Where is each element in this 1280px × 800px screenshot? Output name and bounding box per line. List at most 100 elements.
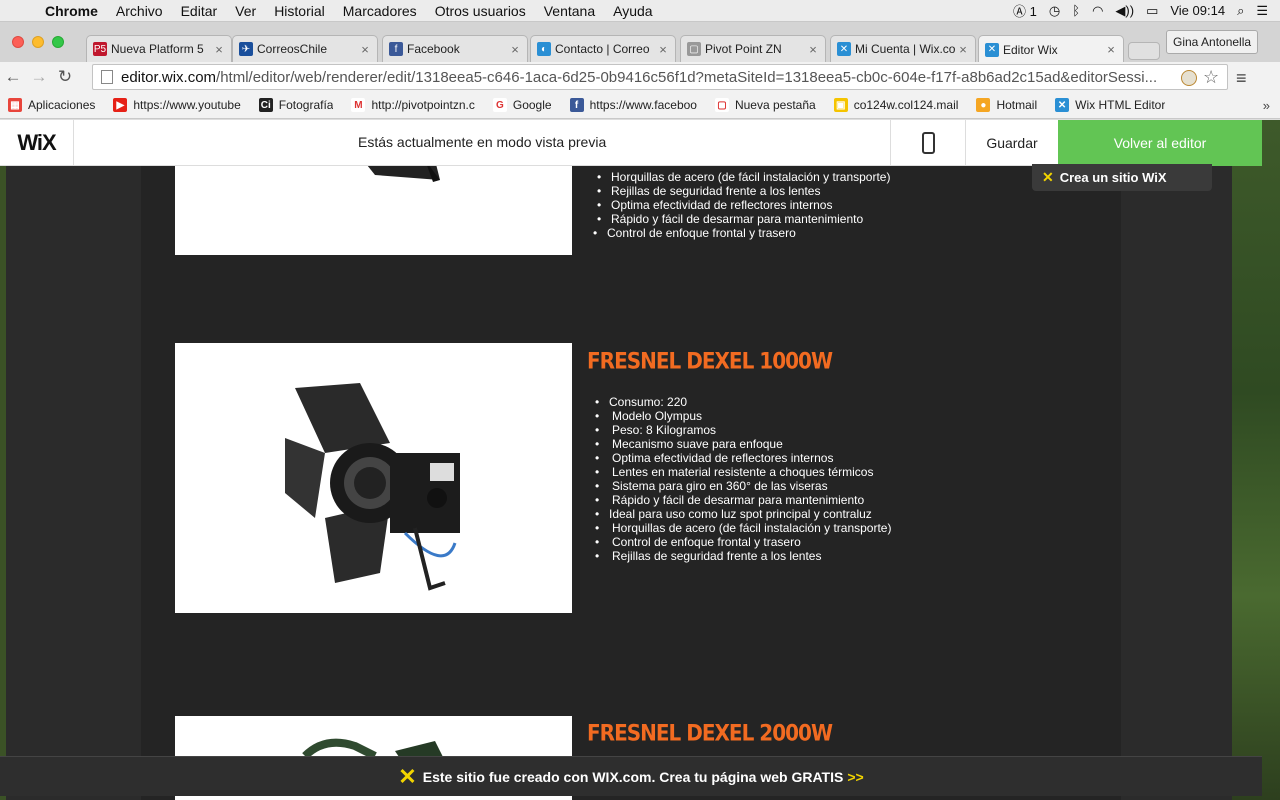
bookmark-item[interactable]: Ci Fotografía	[258, 98, 333, 112]
bookmark-item[interactable]: ▢ Nueva pestaña	[714, 98, 816, 112]
volume-icon[interactable]: ◀))	[1115, 3, 1134, 19]
camera-icon: Ci	[258, 98, 273, 112]
chrome-menu-icon[interactable]: ≡	[1236, 68, 1247, 89]
battery-icon[interactable]: ▭	[1146, 3, 1158, 19]
browser-toolbar: ← → ↻ editor.wix.com/html/editor/web/ren…	[0, 62, 1280, 92]
tab-title: Contacto | Correo	[555, 42, 650, 56]
forward-arrow-icon[interactable]: →	[26, 67, 52, 87]
bookmark-star-icon[interactable]: ☆	[1203, 67, 1219, 88]
tab-title: CorreosChile	[257, 42, 328, 56]
reload-icon[interactable]: ↻	[52, 67, 78, 87]
feature-item: Ideal para uso como luz spot principal y…	[595, 507, 891, 521]
google-icon: G	[492, 98, 507, 112]
feature-item: Rápido y fácil de desarmar para mantenim…	[595, 493, 891, 507]
feature-item: Optima efectividad de reflectores intern…	[597, 198, 890, 212]
apps-icon: ▦	[8, 98, 22, 112]
feature-item: Control de enfoque frontal y trasero	[593, 226, 890, 240]
close-window-button[interactable]	[12, 36, 24, 48]
feature-item: Consumo: 220	[595, 395, 891, 409]
zoom-window-button[interactable]	[52, 36, 64, 48]
menu-ayuda[interactable]: Ayuda	[604, 3, 661, 19]
mail-icon: ▣	[833, 98, 848, 112]
feature-item: Rejillas de seguridad frente a los lente…	[595, 549, 891, 563]
facebook-icon: f	[569, 98, 584, 112]
bookmark-label: https://www.faceboo	[589, 98, 697, 112]
adobe-icon[interactable]: Ⓐ 1	[1013, 1, 1037, 20]
menu-ver[interactable]: Ver	[226, 3, 265, 19]
close-tab-icon[interactable]: ×	[657, 42, 669, 57]
profile-button[interactable]: Gina Antonella	[1166, 30, 1259, 54]
desktop-background	[0, 120, 6, 800]
notification-center-icon[interactable]: ☰	[1256, 3, 1268, 19]
url-host: editor.wix.com	[121, 68, 217, 86]
browser-tab[interactable]: ✕ Mi Cuenta | Wix.co ×	[830, 35, 976, 62]
tab-favicon-icon: f	[389, 42, 403, 56]
product-title: FRESNEL DEXEL 1000W	[587, 347, 833, 375]
mobile-view-button[interactable]	[890, 120, 966, 166]
back-to-editor-button[interactable]: Volver al editor	[1058, 120, 1262, 166]
create-wix-site-label: Crea un sitio WiX	[1059, 170, 1167, 185]
url-path: /html/editor/web/renderer/edit/1318eea5-…	[216, 68, 1158, 86]
close-tab-icon[interactable]: ×	[359, 42, 371, 57]
clock[interactable]: Vie 09:14	[1170, 3, 1225, 18]
tab-strip: P5 Nueva Platform 5 × ✈ CorreosChile × f Facebo…	[0, 22, 1280, 63]
browser-tab[interactable]: ▢ Pivot Point ZN ×	[680, 35, 826, 62]
new-tab-button[interactable]	[1128, 42, 1160, 60]
feature-item: Rejillas de seguridad frente a los lente…	[597, 184, 890, 198]
address-bar[interactable]: editor.wix.com/html/editor/web/renderer/…	[92, 64, 1228, 90]
wix-ad-banner[interactable]: ✕ Este sitio fue creado con WIX.com. Cre…	[0, 756, 1262, 796]
bookmark-item[interactable]: ▦ Aplicaciones	[8, 98, 95, 112]
time-machine-icon[interactable]: ◷	[1049, 3, 1060, 19]
bookmark-item[interactable]: G Google	[492, 98, 552, 112]
bookmark-item[interactable]: ● Hotmail	[976, 98, 1037, 112]
desktop-background	[1232, 120, 1280, 800]
bookmarks-overflow-icon[interactable]: »	[1263, 98, 1280, 113]
menu-editar[interactable]: Editar	[172, 3, 227, 19]
product-2-features: Consumo: 220 Modelo Olympus Peso: 8 Kilo…	[595, 395, 891, 563]
menu-otros-usuarios[interactable]: Otros usuarios	[426, 3, 535, 19]
feature-item: Sistema para giro en 360° de las viseras	[595, 479, 891, 493]
bookmark-label: Aplicaciones	[28, 98, 96, 112]
browser-tab[interactable]: P5 Nueva Platform 5 ×	[86, 35, 232, 62]
feature-item: Peso: 8 Kilogramos	[595, 423, 891, 437]
browser-tab[interactable]: ◐ Contacto | Correo ×	[530, 35, 676, 62]
menu-ventana[interactable]: Ventana	[535, 3, 604, 19]
wix-preview-bar: WiX Estás actualmente en modo vista prev…	[0, 120, 1262, 166]
bookmark-item[interactable]: ▣ co124w.col124.mail	[833, 98, 958, 112]
bluetooth-icon[interactable]: ᛒ	[1072, 3, 1080, 18]
close-tab-icon[interactable]: ×	[213, 42, 225, 57]
bookmark-label: Google	[512, 98, 552, 112]
close-tab-icon[interactable]: ×	[1105, 42, 1117, 57]
save-button[interactable]: Guardar	[966, 120, 1058, 166]
wifi-icon[interactable]: ◠	[1092, 3, 1103, 19]
minimize-window-button[interactable]	[32, 36, 44, 48]
wix-logo[interactable]: WiX	[0, 120, 74, 166]
create-wix-site-button[interactable]: ✕ Crea un sitio WiX	[1032, 164, 1212, 191]
feature-item: Lentes en material resistente a choques …	[595, 465, 891, 479]
close-tab-icon[interactable]: ×	[509, 42, 521, 57]
browser-tab[interactable]: ✕ Editor Wix ×	[978, 35, 1124, 63]
back-arrow-icon[interactable]: ←	[0, 67, 26, 87]
bookmark-item[interactable]: ▶ https://www.youtube	[113, 98, 241, 112]
menu-marcadores[interactable]: Marcadores	[334, 3, 426, 19]
tab-title: Nueva Platform 5	[111, 42, 204, 56]
menu-archivo[interactable]: Archivo	[107, 3, 172, 19]
bookmark-item[interactable]: Mhttp://pivotpointzn.c	[351, 98, 475, 112]
extension-icon[interactable]	[1181, 70, 1197, 86]
spotlight-search-icon[interactable]: ⌕	[1237, 3, 1244, 19]
tab-title: Mi Cuenta | Wix.co	[855, 42, 956, 56]
wix-icon: ✕	[1055, 98, 1070, 112]
browser-tab[interactable]: f Facebook ×	[382, 35, 528, 62]
close-tab-icon[interactable]: ×	[807, 42, 819, 57]
bookmark-item[interactable]: ✕ Wix HTML Editor	[1055, 98, 1165, 112]
tab-favicon-icon: ✈	[239, 42, 253, 56]
menu-app-name[interactable]: Chrome	[36, 3, 107, 19]
youtube-icon: ▶	[113, 98, 128, 112]
product-1-features: Horquillas de acero (de fácil instalació…	[593, 170, 890, 240]
page-icon	[101, 70, 113, 84]
menu-historial[interactable]: Historial	[265, 3, 334, 19]
browser-tab[interactable]: ✈ CorreosChile ×	[232, 35, 378, 62]
wix-star-icon: ✕	[1042, 169, 1054, 185]
close-tab-icon[interactable]: ×	[957, 42, 969, 57]
bookmark-item[interactable]: f https://www.faceboo	[569, 98, 697, 112]
